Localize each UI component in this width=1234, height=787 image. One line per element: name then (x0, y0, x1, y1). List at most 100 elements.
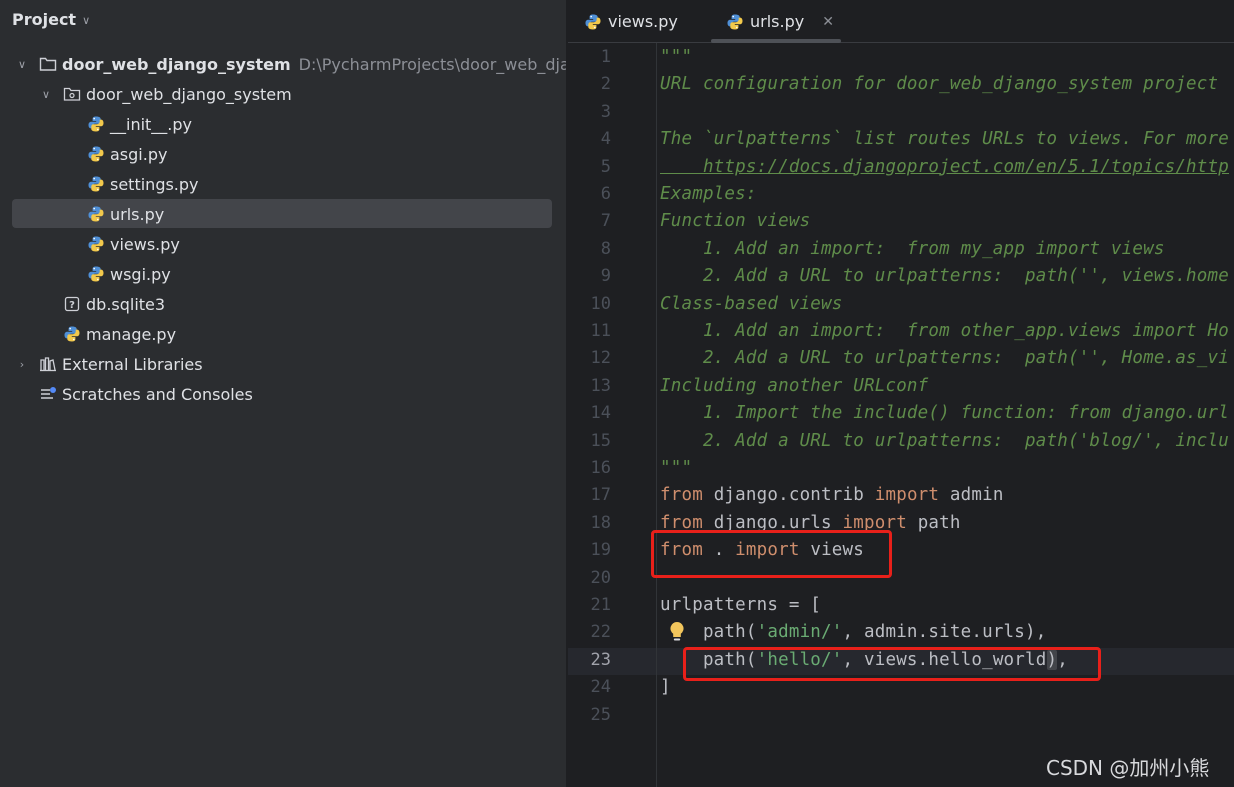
tree-item-file[interactable]: __init__.py (0, 109, 566, 139)
docstring-text: 1. Add an import: from other_app.views i… (660, 321, 1230, 341)
line-number: 8 (600, 238, 611, 259)
tree-item-label: door_web_django_system (86, 84, 292, 104)
line-number: 11 (590, 321, 611, 341)
tree-item-file[interactable]: wsgi.py (0, 259, 566, 289)
line-number: 25 (590, 704, 611, 725)
docstring-link[interactable]: https://docs.djangoproject.com/en/5.1/to… (660, 157, 1229, 177)
code-line[interactable]: 2. Add a URL to urlpatterns: path('blog/… (660, 428, 1229, 455)
line-number: 12 (590, 348, 611, 369)
code-line[interactable]: """ (660, 44, 692, 71)
line-number: 5 (600, 156, 611, 177)
code-line[interactable]: urlpatterns = [ (660, 592, 821, 619)
code-line[interactable]: The `urlpatterns` list routes URLs to vi… (660, 126, 1229, 153)
tree-item-label: __init__.py (110, 114, 193, 134)
code-line[interactable]: """ (660, 455, 692, 482)
python-file-icon (87, 265, 105, 283)
docstring-text: Examples: (660, 184, 757, 204)
python-file-icon (87, 115, 105, 133)
docstring-text: 1. Import the include() function: from d… (660, 403, 1230, 424)
tree-item-label: Scratches and Consoles (62, 384, 253, 404)
line-number: 21 (590, 595, 611, 615)
line-number: 9 (600, 266, 611, 287)
tree-item-label: wsgi.py (110, 264, 171, 284)
chevron-down-icon[interactable]: ∨ (82, 14, 90, 27)
watermark: CSDN @加州小熊 (1046, 756, 1210, 780)
docstring-text: Function views (660, 211, 811, 232)
lightbulb-icon[interactable] (667, 620, 687, 644)
tree-item-project-root[interactable]: ∨ door_web_django_system D:\PycharmProjec… (0, 49, 566, 79)
highlight-box-import (651, 530, 892, 578)
tree-item-file[interactable]: views.py (0, 229, 566, 259)
tree-item-package[interactable]: ∨ door_web_django_system (0, 79, 566, 109)
code-text: , admin.site.urls), (842, 622, 1047, 643)
tree-item-file-selected[interactable]: urls.py (0, 199, 566, 229)
tree-item-label: settings.py (110, 174, 199, 194)
tree-item-file[interactable]: ? db.sqlite3 (0, 289, 566, 319)
line-number: 19 (590, 540, 611, 561)
line-number: 7 (600, 211, 611, 232)
tree-item-external-libraries[interactable]: › External Libraries (0, 349, 566, 379)
chevron-down-icon[interactable]: ∨ (15, 58, 29, 71)
scratches-icon (39, 385, 57, 403)
chevron-down-icon[interactable]: ∨ (39, 88, 53, 101)
code-line[interactable]: Function views (660, 208, 810, 235)
line-number: 24 (590, 677, 611, 698)
tab-urls-py[interactable]: urls.py ✕ (726, 0, 834, 43)
active-tab-indicator (711, 39, 841, 43)
code-line[interactable]: 1. Add an import: from my_app import vie… (660, 236, 1165, 263)
code-line[interactable]: Class-based views (660, 291, 843, 318)
chevron-right-icon[interactable]: › (15, 358, 29, 371)
python-file-icon (63, 325, 81, 343)
code-line[interactable]: 1. Import the include() function: from d… (660, 400, 1229, 427)
highlight-box-path (683, 647, 1101, 681)
line-number: 6 (600, 184, 611, 204)
project-root-name: door_web_django_system (62, 54, 291, 74)
code-editor[interactable]: views.py urls.py ✕ 1 2 3 4 5 6 7 8 9 10 11 12 13 14 15… (568, 0, 1234, 787)
python-file-icon (87, 145, 105, 163)
identifier: path (906, 512, 961, 533)
project-panel-title: Project (12, 9, 77, 29)
project-tool-window: Project ∨ ∨ door_web_django_system D:\Pyc… (0, 0, 567, 787)
tab-label: views.py (608, 12, 678, 31)
line-number: 1 (600, 47, 611, 67)
folder-icon (39, 55, 57, 73)
tree-item-label: manage.py (86, 324, 177, 344)
code-line[interactable]: https://docs.djangoproject.com/en/5.1/to… (660, 154, 1229, 181)
tree-item-file[interactable]: asgi.py (0, 139, 566, 169)
code-text: urlpatterns = [ (660, 595, 822, 615)
close-icon[interactable]: ✕ (822, 14, 834, 30)
code-line[interactable]: 2. Add a URL to urlpatterns: path('', vi… (660, 263, 1229, 290)
tab-label: urls.py (750, 12, 805, 31)
docstring-text: 2. Add a URL to urlpatterns: path('blog/… (660, 430, 1230, 451)
docstring-text: The `urlpatterns` list routes URLs to vi… (660, 129, 1230, 150)
code-line[interactable]: 1. Add an import: from other_app.views i… (660, 318, 1229, 345)
docstring-text: """ (660, 458, 693, 478)
gutter-separator (656, 43, 657, 787)
python-file-icon (87, 175, 105, 193)
code-line[interactable]: Including another URLconf (660, 373, 928, 400)
code-line[interactable]: URL configuration for door_web_django_sy… (660, 71, 1218, 98)
docstring-text: """ (660, 47, 693, 67)
code-text: ] (660, 677, 671, 698)
tab-views-py[interactable]: views.py (584, 0, 678, 43)
code-line[interactable]: 2. Add a URL to urlpatterns: path('', Ho… (660, 345, 1229, 372)
project-panel-header[interactable]: Project ∨ (12, 8, 90, 30)
string-literal: 'admin/' (756, 622, 843, 643)
code-line[interactable]: path('admin/', admin.site.urls), (660, 619, 1047, 646)
line-number: 22 (590, 622, 611, 643)
code-line[interactable]: Examples: (660, 181, 757, 208)
code-line[interactable]: ] (660, 674, 671, 701)
library-icon (39, 355, 57, 373)
tree-item-label: urls.py (110, 204, 165, 224)
keyword: import (874, 485, 940, 506)
code-line[interactable]: from django.contrib import admin (660, 482, 1004, 509)
line-number: 3 (600, 101, 611, 122)
python-file-icon (584, 13, 602, 31)
tree-item-scratches[interactable]: Scratches and Consoles (0, 379, 566, 409)
tree-item-file[interactable]: settings.py (0, 169, 566, 199)
python-file-icon (87, 235, 105, 253)
tree-item-file[interactable]: manage.py (0, 319, 566, 349)
docstring-text: URL configuration for door_web_django_sy… (660, 74, 1219, 95)
tree-item-label: door_web_django_system D:\PycharmProjects… (62, 54, 566, 74)
line-number: 4 (600, 129, 611, 150)
